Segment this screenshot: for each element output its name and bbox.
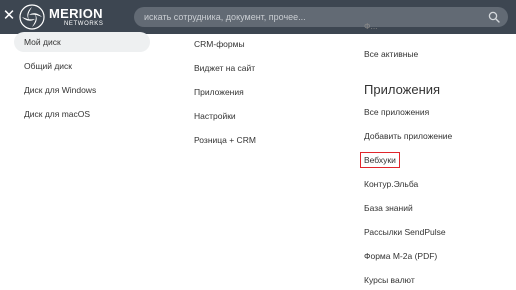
merion-logo-icon [19, 4, 45, 30]
menu-item-shared-disk[interactable]: Общий диск [24, 60, 72, 72]
menu-item-webhooks[interactable]: Вебхуки [360, 152, 400, 168]
top-bar: ✕ MERION NETWORKS [0, 0, 516, 34]
menu-item-sendpulse[interactable]: Рассылки SendPulse [364, 226, 446, 238]
menu-item-applications[interactable]: Приложения [194, 86, 244, 98]
close-icon[interactable]: ✕ [2, 6, 16, 26]
menu-item-partial[interactable]: Ф... [364, 20, 378, 32]
menu-item-settings[interactable]: Настройки [194, 110, 236, 122]
section-title-applications: Приложения [364, 82, 441, 97]
menu-item-disk-macos[interactable]: Диск для macOS [24, 108, 90, 120]
menu-item-retail-crm[interactable]: Розница + CRM [194, 134, 256, 146]
menu-item-form-m2a[interactable]: Форма М-2а (PDF) [364, 250, 437, 262]
menu-item-all-active[interactable]: Все активные [364, 48, 418, 60]
logo-subtitle: NETWORKS [64, 21, 104, 27]
logo-name: MERION [49, 6, 103, 21]
search-icon[interactable] [488, 11, 500, 23]
search-bar [134, 7, 508, 27]
menu-item-add-app[interactable]: Добавить приложение [364, 130, 452, 142]
menu-item-disk-windows[interactable]: Диск для Windows [24, 84, 96, 96]
menu-item-site-widget[interactable]: Виджет на сайт [194, 62, 255, 74]
menu-item-my-disk[interactable]: Мой диск [14, 32, 150, 52]
search-input[interactable] [144, 9, 484, 25]
menu-item-knowledge-base[interactable]: База знаний [364, 202, 413, 214]
logo[interactable]: MERION NETWORKS [18, 3, 128, 31]
menu-item-all-apps[interactable]: Все приложения [364, 106, 429, 118]
menu-item-currency-rates[interactable]: Курсы валют [364, 274, 415, 286]
menu-item-crm-forms[interactable]: CRM-формы [194, 38, 245, 50]
menu-item-kontur-elba[interactable]: Контур.Эльба [364, 178, 418, 190]
